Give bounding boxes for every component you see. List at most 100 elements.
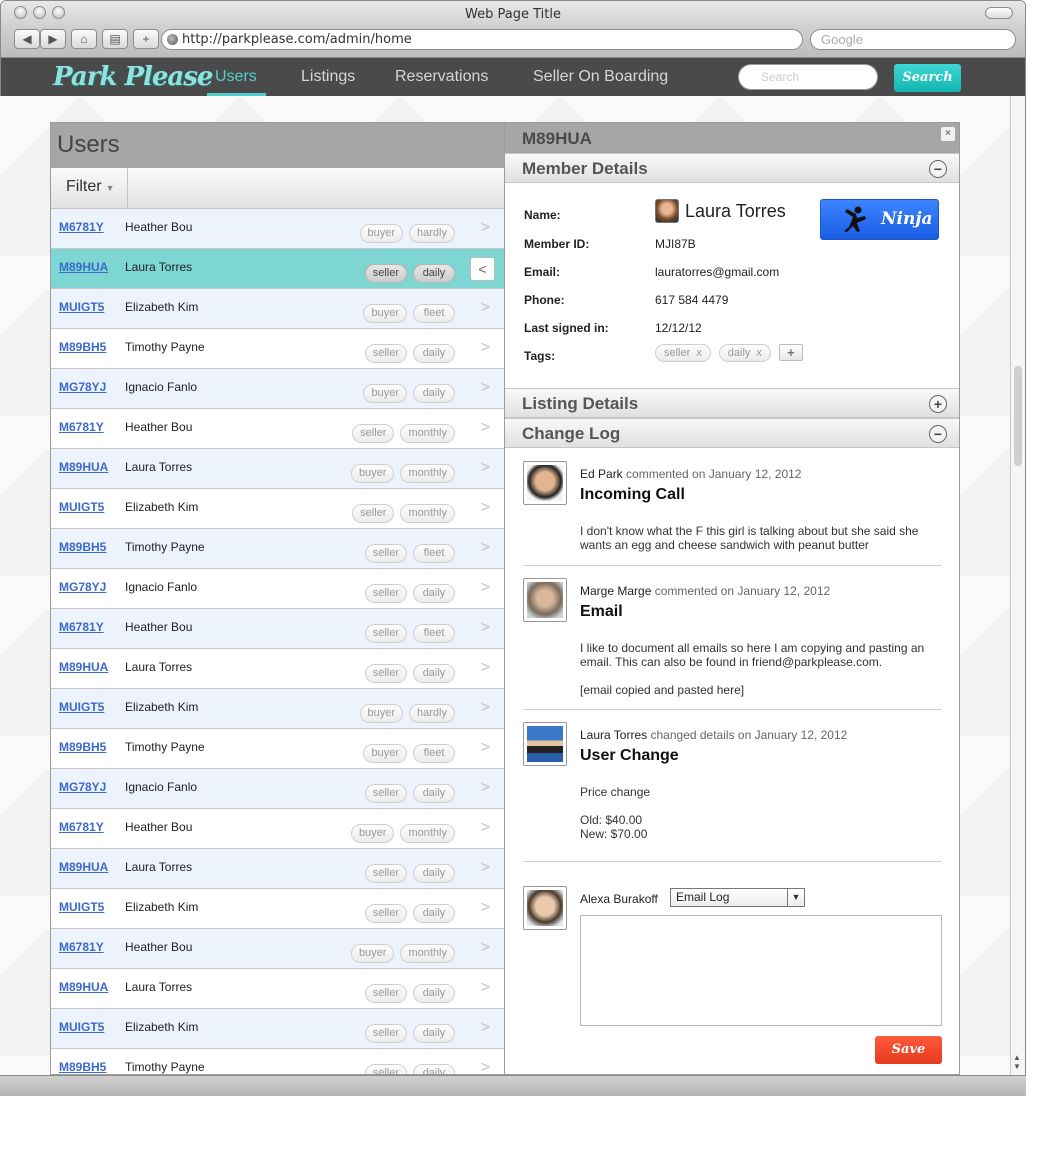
user-id-link[interactable]: MUIGT5	[59, 700, 104, 714]
chevron-right-icon[interactable]: >	[481, 299, 490, 317]
table-row[interactable]: MUIGT5 Elizabeth Kim seller daily >	[51, 1009, 504, 1049]
user-id-link[interactable]: M6781Y	[59, 940, 104, 954]
user-id-link[interactable]: M6781Y	[59, 820, 104, 834]
park-please-logo[interactable]: Park Please	[53, 62, 213, 92]
user-id-link[interactable]: M6781Y	[59, 620, 104, 634]
user-id-link[interactable]: M89HUA	[59, 460, 108, 474]
chevron-right-icon[interactable]: >	[481, 779, 490, 797]
table-row[interactable]: MUIGT5 Elizabeth Kim seller daily >	[51, 889, 504, 929]
user-id-link[interactable]: M89BH5	[59, 340, 106, 354]
chevron-right-icon[interactable]: >	[481, 219, 490, 237]
chevron-right-icon[interactable]: >	[481, 659, 490, 677]
table-row[interactable]: M89HUA Laura Torres seller daily >	[51, 849, 504, 889]
table-row[interactable]: M6781Y Heather Bou seller fleet >	[51, 609, 504, 649]
change-log-header[interactable]: Change Log −	[505, 418, 959, 448]
remove-tag-icon[interactable]: x	[696, 347, 702, 359]
forward-button[interactable]: ▶	[40, 29, 66, 49]
collapse-minus-icon[interactable]: −	[929, 160, 947, 178]
scroll-arrows-icon[interactable]: ▲ ▼	[1013, 1053, 1021, 1071]
filter-dropdown[interactable]: Filter ▼	[51, 168, 128, 208]
chevron-right-icon[interactable]: >	[481, 499, 490, 517]
browser-search-input[interactable]: Google	[810, 29, 1016, 50]
member-details-header[interactable]: Member Details −	[505, 153, 959, 183]
user-id-link[interactable]: MUIGT5	[59, 1020, 104, 1034]
scrollbar-thumb[interactable]	[1014, 366, 1022, 466]
chevron-right-icon[interactable]: >	[481, 379, 490, 397]
user-id-link[interactable]: MG78YJ	[59, 780, 106, 794]
table-row[interactable]: M89HUA Laura Torres seller daily <	[51, 249, 504, 289]
print-button[interactable]: ▤	[102, 29, 128, 49]
save-button[interactable]: Save	[875, 1036, 942, 1064]
table-row[interactable]: M6781Y Heather Bou seller monthly >	[51, 409, 504, 449]
user-id-link[interactable]: MUIGT5	[59, 300, 104, 314]
table-row[interactable]: MUIGT5 Elizabeth Kim buyer fleet >	[51, 289, 504, 329]
user-id-link[interactable]: M6781Y	[59, 420, 104, 434]
add-tag-button[interactable]: +	[778, 344, 803, 361]
nav-users[interactable]: Users	[215, 68, 257, 86]
table-row[interactable]: MG78YJ Ignacio Fanlo seller daily >	[51, 769, 504, 809]
table-row[interactable]: MG78YJ Ignacio Fanlo buyer daily >	[51, 369, 504, 409]
chevron-right-icon[interactable]: >	[481, 939, 490, 957]
nav-reservations[interactable]: Reservations	[395, 68, 488, 86]
chevron-right-icon[interactable]: >	[481, 339, 490, 357]
user-id-link[interactable]: M89BH5	[59, 740, 106, 754]
user-id-link[interactable]: M89HUA	[59, 260, 108, 274]
log-note-textarea[interactable]	[580, 915, 942, 1026]
home-button[interactable]: ⌂	[71, 29, 97, 49]
user-id-link[interactable]: M89BH5	[59, 1060, 106, 1074]
chevron-right-icon[interactable]: >	[481, 579, 490, 597]
nav-seller-on-boarding[interactable]: Seller On Boarding	[533, 68, 668, 86]
chevron-left-icon[interactable]: <	[470, 257, 495, 281]
chevron-right-icon[interactable]: >	[481, 619, 490, 637]
chevron-right-icon[interactable]: >	[481, 899, 490, 917]
chevron-right-icon[interactable]: >	[481, 699, 490, 717]
table-row[interactable]: M89BH5 Timothy Payne seller daily >	[51, 329, 504, 369]
address-bar[interactable]: http://parkplease.com/admin/home	[161, 29, 803, 50]
user-id-link[interactable]: M6781Y	[59, 220, 104, 234]
user-id-link[interactable]: M89BH5	[59, 540, 106, 554]
table-row[interactable]: M89BH5 Timothy Payne seller daily >	[51, 1049, 504, 1074]
nav-search-input[interactable]: Search	[738, 64, 878, 90]
collapse-minus-icon[interactable]: −	[929, 425, 947, 443]
table-row[interactable]: M89HUA Laura Torres seller daily >	[51, 649, 504, 689]
table-row[interactable]: M89BH5 Timothy Payne seller fleet >	[51, 529, 504, 569]
table-row[interactable]: M89HUA Laura Torres seller daily >	[51, 969, 504, 1009]
user-id-link[interactable]: M89HUA	[59, 660, 108, 674]
table-row[interactable]: MG78YJ Ignacio Fanlo seller daily >	[51, 569, 504, 609]
chevron-right-icon[interactable]: >	[481, 1059, 490, 1074]
user-id-link[interactable]: M89HUA	[59, 980, 108, 994]
add-bookmark-button[interactable]: +	[133, 29, 159, 49]
chevron-right-icon[interactable]: >	[481, 539, 490, 557]
table-row[interactable]: M89BH5 Timothy Payne buyer fleet >	[51, 729, 504, 769]
listing-details-header[interactable]: Listing Details +	[505, 388, 959, 418]
remove-tag-icon[interactable]: x	[756, 347, 762, 359]
user-id-link[interactable]: MG78YJ	[59, 380, 106, 394]
nav-listings[interactable]: Listings	[301, 68, 355, 86]
chevron-right-icon[interactable]: >	[481, 979, 490, 997]
user-name: Heather Bou	[125, 820, 193, 834]
chevron-right-icon[interactable]: >	[481, 419, 490, 437]
close-icon[interactable]: ×	[941, 127, 955, 141]
table-row[interactable]: M6781Y Heather Bou buyer hardly >	[51, 209, 504, 249]
chevron-right-icon[interactable]: >	[481, 819, 490, 837]
page-scrollbar[interactable]: ▲ ▼	[1010, 96, 1025, 1075]
table-row[interactable]: M6781Y Heather Bou buyer monthly >	[51, 809, 504, 849]
chevron-right-icon[interactable]: >	[481, 1019, 490, 1037]
toolbar-toggle-button[interactable]	[985, 7, 1013, 19]
table-row[interactable]: MUIGT5 Elizabeth Kim seller monthly >	[51, 489, 504, 529]
chevron-right-icon[interactable]: >	[481, 739, 490, 757]
user-id-link[interactable]: M89HUA	[59, 860, 108, 874]
log-type-select[interactable]: Email Log ▼	[670, 888, 805, 907]
table-row[interactable]: M89HUA Laura Torres buyer monthly >	[51, 449, 504, 489]
expand-plus-icon[interactable]: +	[929, 395, 947, 413]
ninja-button[interactable]: Ninja	[820, 199, 939, 240]
user-id-link[interactable]: MUIGT5	[59, 500, 104, 514]
chevron-right-icon[interactable]: >	[481, 459, 490, 477]
nav-search-button[interactable]: Search	[894, 64, 961, 92]
back-button[interactable]: ◀	[14, 29, 40, 49]
table-row[interactable]: M6781Y Heather Bou buyer monthly >	[51, 929, 504, 969]
table-row[interactable]: MUIGT5 Elizabeth Kim buyer hardly >	[51, 689, 504, 729]
user-id-link[interactable]: MUIGT5	[59, 900, 104, 914]
chevron-right-icon[interactable]: >	[481, 859, 490, 877]
user-id-link[interactable]: MG78YJ	[59, 580, 106, 594]
